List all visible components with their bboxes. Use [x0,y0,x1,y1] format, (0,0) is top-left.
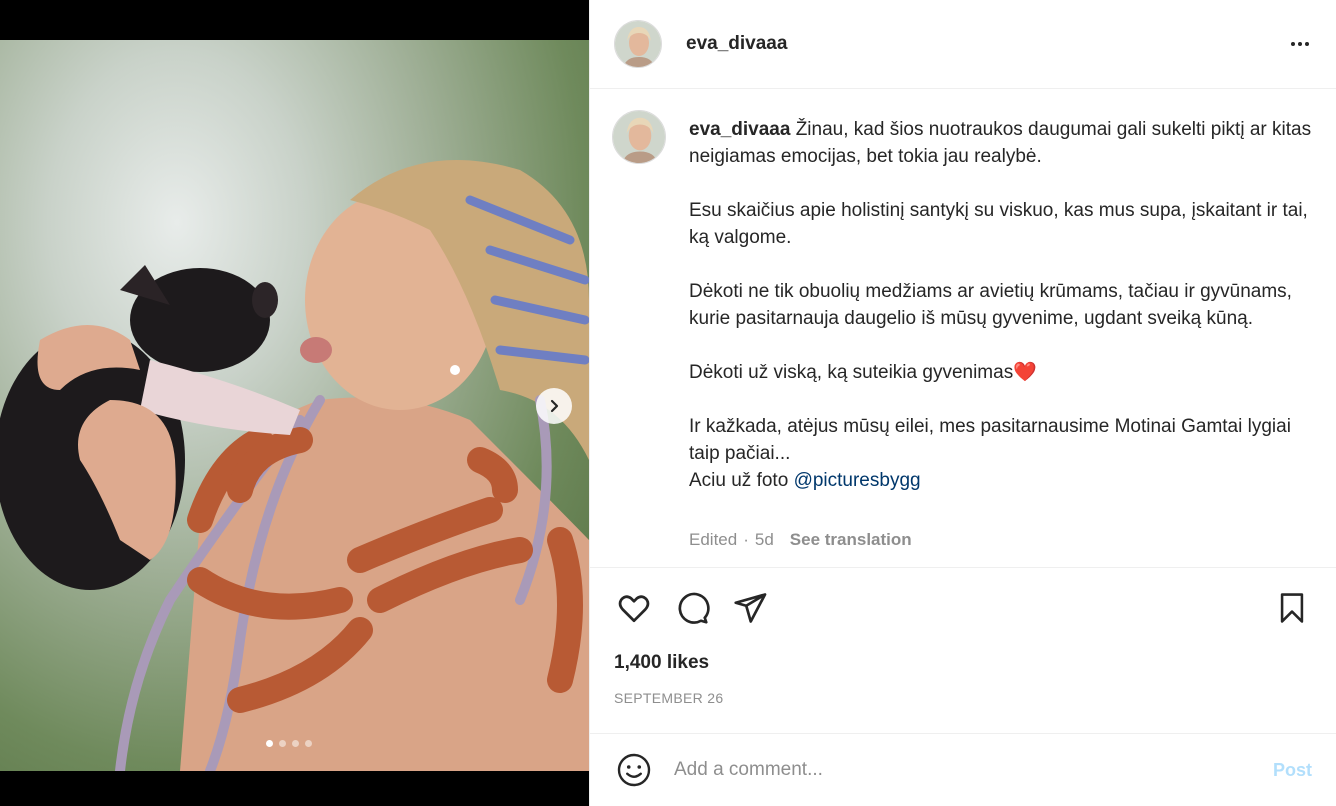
mention-link[interactable]: @picturesbygg [794,470,921,491]
caption-paragraph: Aciu už foto @picturesbygg [689,467,1319,494]
post-caption: eva_divaaa Žinau, kad šios nuotraukos da… [612,110,1312,565]
avatar-image [615,21,661,67]
post-age[interactable]: 5d [755,530,774,550]
caption-text: eva_divaaa Žinau, kad šios nuotraukos da… [689,116,1319,494]
post-date[interactable]: SEPTEMBER 26 [614,690,723,706]
caption-paragraph: Dėkoti už viską, ką suteikia gyvenimas❤️ [689,359,1319,386]
carousel-dot [279,740,286,747]
caption-avatar[interactable] [612,110,666,164]
comment-bubble-icon [678,592,710,624]
header-username[interactable]: eva_divaaa [686,33,787,55]
media-viewer [0,0,589,806]
see-translation-button[interactable]: See translation [790,530,912,550]
more-options-icon [1291,42,1309,46]
caption-line: Aciu už foto [689,470,789,491]
save-button[interactable] [1272,588,1312,628]
heart-emoji-icon: ❤️ [1013,362,1037,383]
edited-label: Edited [689,530,738,549]
action-bar [614,588,1312,628]
comment-button[interactable] [672,588,712,628]
photo-illustration [0,160,589,771]
carousel-dot [292,740,299,747]
caption-paragraph: eva_divaaa Žinau, kad šios nuotraukos da… [689,116,1319,170]
carousel-next-button[interactable] [536,388,572,424]
caption-username[interactable]: eva_divaaa [689,119,790,140]
share-button[interactable] [730,588,770,628]
more-options-button[interactable] [1288,32,1312,56]
like-button[interactable] [614,588,654,628]
caption-line: Dėkoti ne tik obuolių medžiams ar avieti… [689,281,1292,329]
carousel-indicator [266,740,312,747]
caption-line: Esu skaičius apie holistinį santykį su v… [689,200,1308,248]
post-header: eva_divaaa [590,0,1336,89]
likes-count[interactable]: 1,400 likes [614,652,709,674]
avatar-image [613,111,665,163]
post-photo[interactable] [0,40,589,771]
caption-meta: Edited · 5d See translation [689,530,912,550]
post-modal: eva_divaaa eva_divaaa Žinau, kad šios nu… [0,0,1336,806]
carousel-dot [305,740,312,747]
bookmark-icon [1280,593,1304,623]
chevron-right-icon [550,399,559,413]
divider [590,567,1336,568]
post-side-panel: eva_divaaa eva_divaaa Žinau, kad šios nu… [589,0,1336,806]
caption-line: Dėkoti už viską, ką suteikia gyvenimas [689,362,1014,383]
comment-input[interactable] [674,759,1273,781]
post-comment-button[interactable]: Post [1273,760,1312,781]
meta-separator: · [743,530,749,549]
caption-line: Ir kažkada, atėjus mūsų eilei, mes pasit… [689,416,1291,464]
emoji-button[interactable] [614,750,654,790]
paper-plane-icon [734,593,767,623]
comment-form: Post [590,733,1336,806]
carousel-dot-active [266,740,273,747]
avatar[interactable] [614,20,662,68]
smiley-icon [617,753,651,787]
heart-icon [618,595,650,623]
